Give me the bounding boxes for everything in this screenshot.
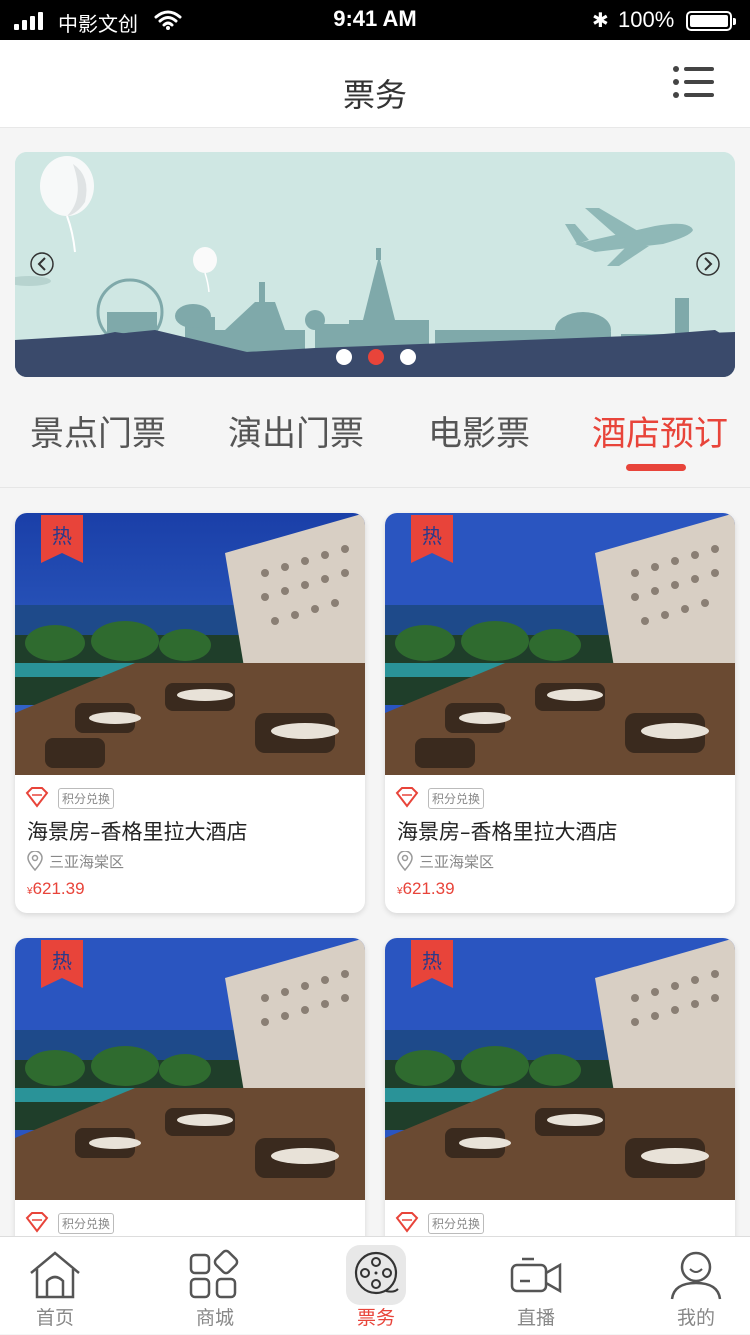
product-location: 三亚海棠区	[49, 853, 125, 871]
tab-tickets-label: 票务	[356, 1307, 395, 1329]
diamond-icon	[395, 1212, 419, 1233]
tab-mall[interactable]: 商城	[155, 1237, 275, 1335]
tab-scenic-tickets[interactable]: 景点门票	[30, 406, 166, 455]
svg-text:热: 热	[52, 524, 72, 548]
points-exchange-tag: 积分兑换	[428, 1213, 485, 1234]
svg-text:热: 热	[422, 524, 442, 548]
video-camera-icon	[510, 1257, 562, 1294]
tab-home-label: 首页	[35, 1307, 74, 1329]
bottom-tab-bar: 首页 商城 票务 直播 我的	[0, 1236, 750, 1334]
banner-carousel[interactable]	[15, 152, 735, 377]
svg-text:热: 热	[52, 949, 72, 973]
battery-percent: 100%	[618, 7, 675, 32]
active-tab-indicator	[626, 464, 686, 471]
tab-tickets[interactable]: 票务	[316, 1237, 436, 1335]
product-card[interactable]: 热 积分兑换 海景房–香格里拉大酒店 三亚海棠区 ¥621.39	[385, 513, 735, 913]
tab-hotel-booking[interactable]: 酒店预订	[592, 406, 728, 455]
svg-text:热: 热	[422, 949, 442, 973]
product-grid: 热 积分兑换 海景房–香格里拉大酒店 三亚海棠区 ¥621.39 热 积分兑换 …	[0, 500, 750, 1236]
tab-live-label: 直播	[516, 1307, 555, 1329]
banner-illustration	[15, 152, 735, 377]
tab-movie-tickets[interactable]: 电影票	[428, 406, 530, 455]
points-exchange-tag: 积分兑换	[428, 788, 485, 809]
bluetooth-icon: ✱	[592, 10, 609, 32]
list-menu-icon[interactable]	[672, 64, 716, 100]
grid-icon	[189, 1249, 239, 1299]
carousel-dots[interactable]	[336, 349, 416, 365]
tab-show-tickets[interactable]: 演出门票	[228, 406, 364, 455]
status-bar: 中影文创 9:41 AM ✱ 100%	[0, 0, 750, 40]
tab-home[interactable]: 首页	[0, 1237, 115, 1335]
nav-bar: 票务	[0, 40, 750, 128]
tab-profile-label: 我的	[676, 1307, 715, 1329]
hot-badge: 热	[411, 515, 453, 563]
product-card[interactable]: 热 积分兑换	[385, 938, 735, 1236]
film-reel-icon	[354, 1251, 399, 1295]
page-title: 票务	[342, 76, 407, 114]
hot-badge: 热	[41, 515, 83, 563]
product-price: ¥621.39	[27, 879, 85, 898]
product-location: 三亚海棠区	[419, 853, 495, 871]
battery-icon	[686, 11, 736, 31]
tab-mall-label: 商城	[195, 1307, 234, 1329]
points-exchange-tag: 积分兑换	[58, 788, 115, 809]
diamond-icon	[25, 787, 49, 808]
location-pin-icon	[27, 851, 43, 871]
diamond-icon	[395, 787, 419, 808]
tab-profile[interactable]: 我的	[636, 1237, 750, 1335]
user-icon	[670, 1251, 722, 1300]
product-name: 海景房–香格里拉大酒店	[397, 820, 618, 844]
product-price: ¥621.39	[397, 879, 455, 898]
location-pin-icon	[397, 851, 413, 871]
tab-live[interactable]: 直播	[476, 1237, 596, 1335]
diamond-icon	[25, 1212, 49, 1233]
product-card[interactable]: 热 积分兑换 海景房–香格里拉大酒店 三亚海棠区 ¥621.39	[15, 513, 365, 913]
category-tabs: 景点门票 演出门票 电影票 酒店预订	[0, 378, 750, 488]
product-name: 海景房–香格里拉大酒店	[27, 820, 248, 844]
hot-badge: 热	[41, 940, 83, 988]
points-exchange-tag: 积分兑换	[58, 1213, 115, 1234]
product-card[interactable]: 热 积分兑换	[15, 938, 365, 1236]
hot-badge: 热	[411, 940, 453, 988]
home-icon	[30, 1251, 80, 1299]
